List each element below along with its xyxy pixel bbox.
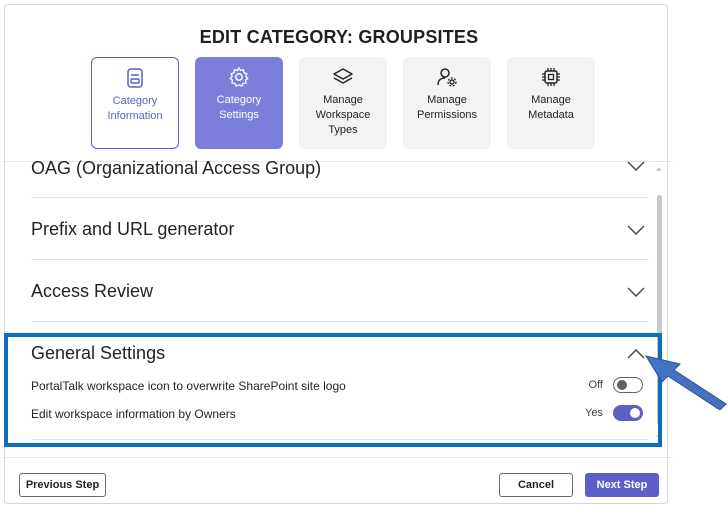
section-prefix-url-generator[interactable]: Prefix and URL generator [31,197,649,260]
step-label: Manage Permissions [417,94,477,121]
section-title: OAG (Organizational Access Group) [31,158,322,178]
step-category-settings[interactable]: Category Settings [195,57,283,149]
layers-icon [333,68,353,84]
dialog-title: EDIT CATEGORY: GROUPSITES [199,27,479,47]
callout-arrow-icon [644,355,727,410]
settings-icon [229,66,249,87]
chevron-down-icon[interactable] [627,225,645,235]
step-manage-permissions[interactable]: Manage Permissions [403,57,491,149]
footer-divider [5,457,673,458]
person-settings-icon [437,68,457,87]
previous-step-button[interactable]: Previous Step [19,473,106,497]
section-access-review[interactable]: Access Review [31,259,649,322]
section-title: Access Review [31,281,154,301]
chevron-down-icon[interactable] [627,287,645,297]
section-oag[interactable]: OAG (Organizational Access Group) [31,155,649,198]
step-label: Category Information [107,95,163,122]
scroll-up-arrow[interactable] [656,167,662,171]
section-title: Prefix and URL generator [31,219,235,239]
chevron-down-icon[interactable] [627,161,645,171]
step-category-information[interactable]: Category Information [91,57,179,149]
step-label: Category Settings [216,94,262,121]
step-label: Manage Metadata [528,94,574,121]
form-icon [127,68,143,88]
chip-icon [542,68,560,86]
cancel-button[interactable]: Cancel [499,473,573,497]
step-manage-metadata[interactable]: Manage Metadata [507,57,595,149]
step-manage-workspace-types[interactable]: Manage Workspace Types [299,57,387,149]
highlight-box [4,333,662,447]
next-step-button[interactable]: Next Step [585,473,659,497]
step-label: Manage Workspace Types [315,94,371,136]
